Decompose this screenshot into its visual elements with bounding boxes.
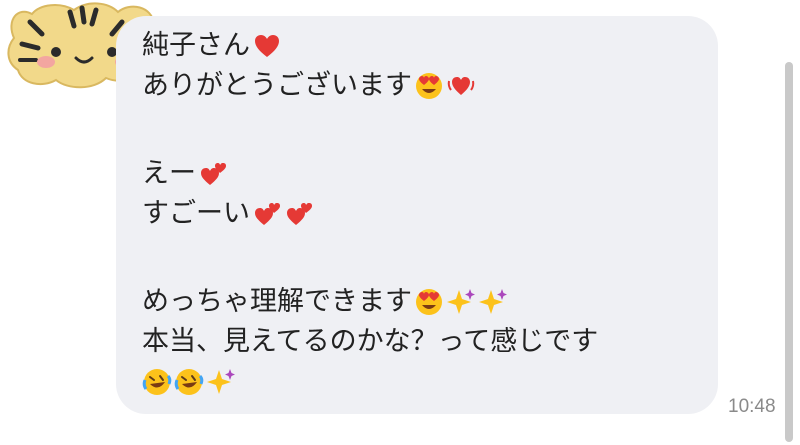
sparkles-icon	[206, 367, 236, 397]
message-line: えー	[142, 154, 712, 194]
message-line: 本当、見えてるのかな？って感じです	[142, 322, 712, 362]
two-hearts-icon	[284, 199, 314, 229]
message-line: めっちゃ理解できます	[142, 282, 712, 322]
message-timestamp: 10:48	[728, 396, 776, 417]
message-line	[142, 362, 712, 402]
message-line: ありがとうございます	[142, 66, 712, 106]
line-text: ありがとうございます	[142, 70, 412, 101]
rolling-on-floor-laughing-icon	[142, 367, 172, 397]
two-hearts-icon	[198, 159, 228, 189]
message-line: 純子さん	[142, 26, 712, 66]
scrollbar[interactable]	[785, 62, 793, 442]
chat-area[interactable]: 純子さん ありがとうございます えー すごーい めっちゃ理解できます 本当、見え…	[0, 0, 800, 445]
sparkles-icon	[446, 287, 476, 317]
sparkles-icon	[478, 287, 508, 317]
line-text: 本当、見えてるのかな？って感じです	[142, 326, 599, 357]
line-text: 純子さん	[142, 30, 250, 61]
line-text: めっちゃ理解できます	[142, 286, 412, 317]
message-text: 純子さん ありがとうございます えー すごーい めっちゃ理解できます 本当、見え…	[142, 26, 712, 402]
rolling-on-floor-laughing-icon	[174, 367, 204, 397]
red-heart-icon	[252, 31, 282, 61]
two-hearts-icon	[252, 199, 282, 229]
beating-heart-icon	[446, 71, 476, 101]
line-text: えー	[142, 158, 196, 189]
smiling-face-with-heart-eyes-icon	[414, 287, 444, 317]
message-line: すごーい	[142, 194, 712, 234]
line-text: すごーい	[142, 198, 250, 229]
smiling-face-with-heart-eyes-icon	[414, 71, 444, 101]
